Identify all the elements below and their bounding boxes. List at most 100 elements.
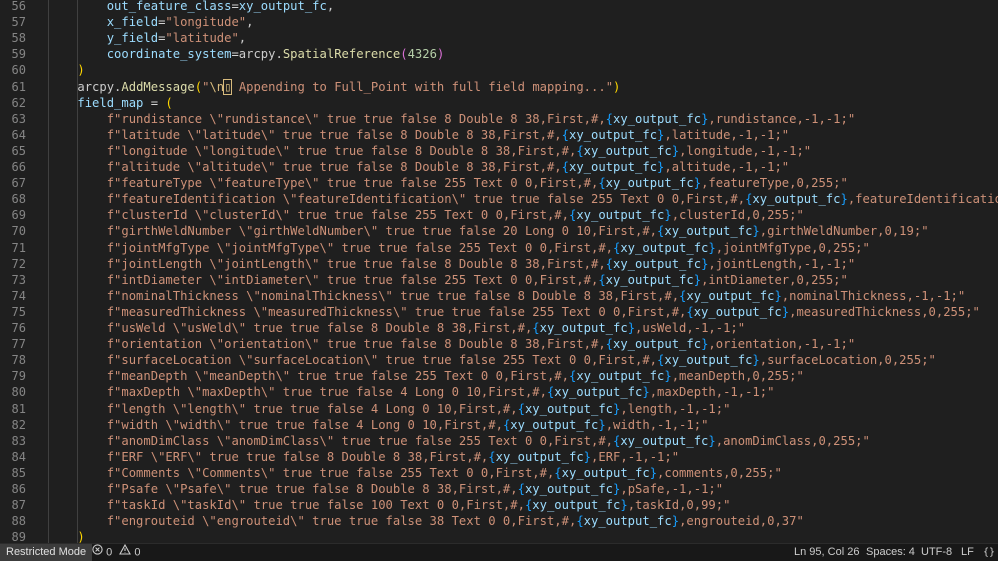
- restricted-mode-indicator[interactable]: Restricted Mode: [0, 544, 93, 561]
- code-token: f"taskId \"taskId\" true true false 100 …: [106, 498, 525, 513]
- code-token: xy_output_fc: [686, 288, 775, 303]
- code-line[interactable]: 57 x_field="longitude",: [0, 14, 998, 30]
- code-line[interactable]: 61 arcpy.AddMessage("\n▯ Appending to Fu…: [0, 78, 998, 95]
- code-token: ,clusterId,0,255;": [671, 208, 804, 223]
- code-token: ,meanDepth,0,255;": [671, 369, 804, 384]
- code-token: xy_output_fc: [620, 240, 709, 255]
- code-token: f"longitude \"longitude\" true true fals…: [106, 143, 577, 158]
- code-line[interactable]: 77 f"orientation \"orientation\" true tr…: [0, 336, 998, 352]
- code-line[interactable]: 76 f"usWeld \"usWeld\" true true false 8…: [0, 320, 998, 336]
- code-line[interactable]: 70 f"girthWeldNumber \"girthWeldNumber\"…: [0, 223, 998, 239]
- code-line[interactable]: 83 f"anomDimClass \"anomDimClass\" true …: [0, 433, 998, 449]
- indentation-setting[interactable]: Spaces: 4: [866, 544, 915, 561]
- code-token: ,longitude,-1,-1;": [679, 143, 812, 158]
- code-line[interactable]: 87 f"taskId \"taskId\" true true false 1…: [0, 497, 998, 513]
- code-token: ,pSafe,-1,-1;": [620, 482, 724, 496]
- code-token: xy_output_fc: [238, 0, 327, 13]
- eol-setting[interactable]: LF: [961, 544, 974, 561]
- code-line[interactable]: 75 f"measuredThickness \"measuredThickne…: [0, 304, 998, 320]
- code-line[interactable]: 84 f"ERF \"ERF\" true true false 8 Doubl…: [0, 449, 998, 465]
- code-line[interactable]: 80 f"maxDepth \"maxDepth\" true true fal…: [0, 384, 998, 400]
- line-number: 58: [11, 31, 26, 46]
- line-code: f"jointMfgType \"jointMfgType\" true tru…: [48, 240, 870, 256]
- line-number: 85: [11, 465, 26, 480]
- code-token: f"measuredThickness \"measuredThickness\…: [106, 304, 687, 319]
- code-line[interactable]: 71 f"jointMfgType \"jointMfgType\" true …: [0, 240, 998, 256]
- code-token: xy_output_fc: [539, 321, 628, 335]
- code-line[interactable]: 60 ): [0, 62, 998, 78]
- code-line[interactable]: 63 f"rundistance \"rundistance\" true tr…: [0, 111, 998, 127]
- code-line[interactable]: 74 f"nominalThickness \"nominalThickness…: [0, 288, 998, 304]
- code-token: xy_output_fc: [561, 465, 650, 480]
- code-token: }: [583, 449, 592, 464]
- line-code: out_feature_class=xy_output_fc,: [48, 0, 335, 14]
- code-line[interactable]: 64 f"latitude \"latitude\" true true fal…: [0, 127, 998, 143]
- problems-indicator[interactable]: 0 0: [92, 543, 140, 561]
- code-token: "longitude": [165, 15, 247, 30]
- code-line[interactable]: 59 coordinate_system=arcpy.SpatialRefere…: [0, 46, 998, 62]
- code-token: xy_output_fc: [568, 160, 658, 174]
- code-token: f"meanDepth \"meanDepth\" true true fals…: [106, 369, 569, 384]
- line-code: y_field="latitude",: [48, 30, 246, 46]
- code-line[interactable]: 62 field_map = (: [0, 95, 998, 111]
- code-token: xy_output_fc: [605, 176, 694, 191]
- line-code: f"length \"length\" true true false 4 Lo…: [48, 401, 731, 417]
- code-token: ,altitude,-1,-1;": [664, 160, 790, 174]
- code-token: ,measuredThickness,0,255;": [789, 304, 980, 319]
- code-token: f"usWeld \"usWeld\" true true false 8 Do…: [106, 321, 533, 335]
- code-token: ,: [246, 15, 254, 30]
- code-line[interactable]: 72 f"jointLength \"jointLength\" true tr…: [0, 256, 998, 272]
- code-token: ): [77, 63, 85, 78]
- code-editor[interactable]: 56 out_feature_class=xy_output_fc, 57 x_f…: [0, 0, 998, 543]
- code-line[interactable]: 68 f"featureIdentification \"featureIden…: [0, 191, 998, 207]
- code-token: xy_output_fc: [576, 369, 665, 384]
- code-line[interactable]: 58 y_field="latitude",: [0, 30, 998, 46]
- braces-icon[interactable]: {}: [983, 544, 995, 561]
- cursor-position[interactable]: Ln 95, Col 26: [794, 544, 859, 561]
- line-code: ): [48, 529, 84, 543]
- code-line[interactable]: 56 out_feature_class=xy_output_fc,: [0, 0, 998, 14]
- code-token: xy_output_fc: [583, 514, 672, 529]
- code-token: (: [194, 79, 203, 94]
- code-token: .: [275, 47, 283, 62]
- code-token: }: [693, 176, 702, 191]
- code-line[interactable]: 69 f"clusterId \"clusterId\" true true f…: [0, 207, 998, 223]
- code-line[interactable]: 81 f"length \"length\" true true false 4…: [0, 401, 998, 417]
- code-line[interactable]: 86 f"Psafe \"Psafe\" true true false 8 D…: [0, 481, 998, 497]
- line-number: 64: [11, 127, 26, 142]
- line-code: f"width \"width\" true true false 4 Long…: [48, 417, 709, 433]
- code-line[interactable]: 67 f"featureType \"featureType\" true tr…: [0, 175, 998, 191]
- line-number: 65: [11, 143, 26, 158]
- code-token: ,jointMfgType,0,255;": [715, 240, 870, 255]
- code-token: \n: [209, 79, 225, 94]
- code-line[interactable]: 89 ): [0, 529, 998, 543]
- code-line[interactable]: 85 f"Comments \"Comments\" true true fal…: [0, 465, 998, 481]
- code-token: }: [774, 288, 782, 303]
- code-line[interactable]: 82 f"width \"width\" true true false 4 L…: [0, 417, 998, 433]
- line-number: 62: [11, 95, 26, 110]
- line-number: 79: [11, 369, 26, 384]
- line-number: 83: [11, 433, 26, 448]
- code-line[interactable]: 73 f"intDiameter \"intDiameter\" true tr…: [0, 272, 998, 288]
- code-line[interactable]: 79 f"meanDepth \"meanDepth\" true true f…: [0, 368, 998, 384]
- code-token: ,comments,0,255;": [657, 465, 782, 480]
- code-token: Appending to Full_Point with full field …: [231, 79, 614, 94]
- line-number: 57: [11, 15, 26, 30]
- encoding-setting[interactable]: UTF-8: [921, 544, 952, 561]
- code-line[interactable]: 88 f"engrouteid \"engrouteid\" true true…: [0, 513, 998, 529]
- code-token: ): [436, 47, 445, 62]
- code-line[interactable]: 65 f"longitude \"longitude\" true true f…: [0, 143, 998, 159]
- code-line[interactable]: 66 f"altitude \"altitude\" true true fal…: [0, 159, 998, 175]
- code-line[interactable]: 78 f"surfaceLocation \"surfaceLocation\"…: [0, 352, 998, 368]
- code-token: }: [671, 514, 680, 529]
